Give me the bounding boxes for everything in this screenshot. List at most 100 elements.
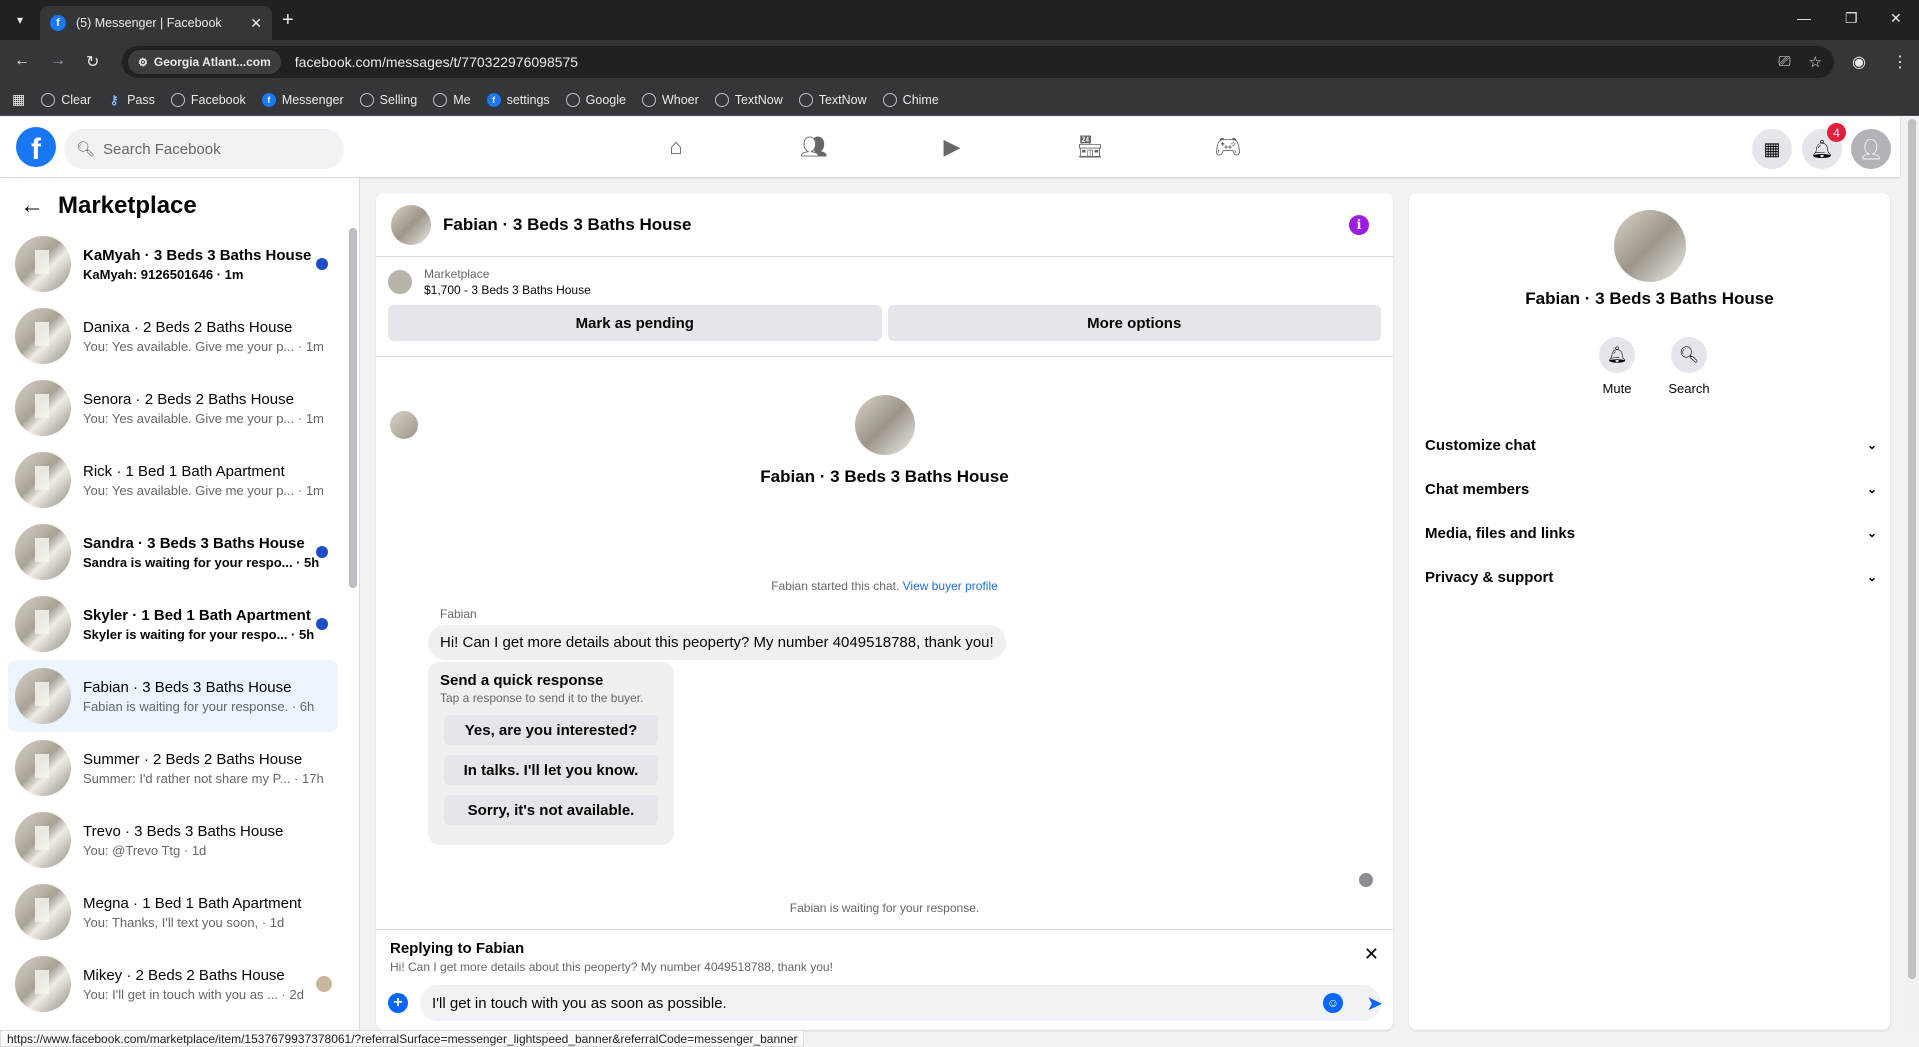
url-text: facebook.com/messages/t/770322976098575 — [294, 54, 579, 70]
bookmark-item[interactable]: f Messenger — [261, 92, 344, 107]
install-app-icon[interactable]: ⎚ — [1779, 53, 1791, 71]
listing-thumbnail[interactable] — [388, 270, 412, 294]
quick-response-button[interactable]: Sorry, it's not available. — [444, 795, 658, 825]
close-window-icon[interactable]: ✕ — [1890, 10, 1902, 27]
browser-tab[interactable]: f (5) Messenger | Facebook ✕ — [40, 6, 272, 40]
media-files-links-section[interactable]: Media, files and links ⌄ — [1425, 511, 1877, 555]
bookmark-star-icon[interactable]: ☆ — [1809, 53, 1822, 71]
search-facebook-input[interactable]: 🔍︎ Search Facebook — [64, 129, 344, 169]
conversation-preview: You: I'll get in touch with you as ... ·… — [83, 986, 304, 1002]
chat-title[interactable]: Fabian · 3 Beds 3 Baths House — [443, 215, 691, 235]
more-options-button[interactable]: More options — [887, 305, 1381, 341]
search-in-chat-button[interactable]: 🔍︎ Search — [1659, 337, 1719, 396]
bookmark-item[interactable]: TextNow — [714, 92, 783, 107]
account-avatar[interactable]: 👤︎ — [1851, 129, 1891, 169]
chat-members-section[interactable]: Chat members ⌄ — [1425, 467, 1877, 511]
conversation-name: Sandra · 3 Beds 3 Baths House — [83, 534, 305, 552]
globe-icon — [41, 92, 56, 107]
mark-as-pending-button[interactable]: Mark as pending — [388, 305, 882, 341]
chevron-down-icon: ⌄ — [1866, 482, 1877, 496]
menu-icon[interactable]: ⋮ — [1892, 52, 1908, 72]
bookmark-item[interactable]: Me — [433, 92, 471, 107]
conversation-item[interactable]: Senora · 2 Beds 2 Baths House You: Yes av… — [8, 372, 338, 444]
bookmark-item[interactable]: Google — [565, 92, 626, 107]
bookmark-item[interactable]: Whoer — [641, 92, 699, 107]
incoming-message[interactable]: Hi! Can I get more details about this pe… — [428, 625, 1006, 660]
sender-avatar[interactable] — [390, 411, 418, 439]
unread-dot — [316, 618, 328, 630]
facebook-logo[interactable]: f — [16, 127, 56, 167]
site-info-chip[interactable]: ⚙ Georgia Atlant...com — [128, 50, 281, 74]
tab-search-icon[interactable]: ▾ — [8, 8, 32, 32]
chevron-down-icon: ⌄ — [1866, 526, 1877, 540]
scrollbar-thumb[interactable] — [1908, 119, 1916, 979]
home-icon[interactable]: ⌂ — [658, 129, 694, 165]
conversation-item[interactable]: Mikey · 2 Beds 2 Baths House You: I'll ge… — [8, 948, 338, 1020]
bookmark-item[interactable]: f settings — [486, 92, 550, 107]
details-avatar[interactable] — [1614, 210, 1686, 282]
friends-icon[interactable]: 👥︎ — [796, 129, 832, 165]
bookmark-item[interactable]: Selling — [359, 92, 417, 107]
bookmark-label: Whoer — [661, 92, 699, 107]
sidebar-scrollbar[interactable] — [349, 228, 357, 588]
gaming-icon[interactable]: 🎮︎ — [1210, 129, 1246, 165]
conversation-item[interactable]: Fabian · 3 Beds 3 Baths House Fabian is w… — [8, 660, 338, 732]
section-label: Privacy & support — [1425, 568, 1554, 586]
unread-dot — [316, 258, 328, 270]
add-attachment-icon[interactable]: + — [388, 993, 408, 1013]
bookmark-item[interactable]: TextNow — [798, 92, 867, 107]
menu-grid-icon[interactable]: ▦ — [1752, 129, 1792, 169]
view-buyer-profile-link[interactable]: View buyer profile — [903, 579, 998, 593]
bookmark-item[interactable]: Facebook — [170, 92, 246, 107]
chat-avatar[interactable] — [391, 204, 431, 245]
conversation-preview: You: Yes available. Give me your p... · … — [83, 482, 324, 498]
bookmark-label: Facebook — [190, 92, 246, 107]
back-icon[interactable]: ← — [14, 52, 30, 70]
bookmark-item[interactable]: ⚷ Pass — [107, 93, 155, 107]
details-sections: Customize chat ⌄ Chat members ⌄ Media, fil… — [1425, 423, 1877, 599]
chat-details-panel: Fabian · 3 Beds 3 Baths House 🔔︎ Mute 🔍︎… — [1409, 193, 1890, 1030]
conversation-item[interactable]: KaMyah · 3 Beds 3 Baths House KaMyah: 912… — [8, 228, 338, 300]
conversation-name: Danixa · 2 Beds 2 Baths House — [83, 318, 293, 336]
apps-grid-icon[interactable]: ▦ — [12, 91, 25, 108]
address-bar[interactable]: ⚙ Georgia Atlant...com facebook.com/mess… — [122, 46, 1834, 78]
close-reply-icon[interactable]: ✕ — [1364, 944, 1379, 965]
forward-icon[interactable]: → — [50, 52, 66, 70]
conversation-item[interactable]: Summer · 2 Beds 2 Baths House Summer: I'd… — [8, 732, 338, 804]
new-tab-icon[interactable]: + — [282, 10, 294, 30]
reload-icon[interactable]: ↻ — [86, 52, 99, 72]
send-icon[interactable]: ➤ — [1366, 991, 1383, 1016]
profile-icon[interactable]: ◉ — [1852, 52, 1866, 72]
minimize-icon[interactable]: — — [1797, 10, 1811, 26]
conversation-item[interactable]: Rick · 1 Bed 1 Bath Apartment You: Yes av… — [8, 444, 338, 516]
quick-response-button[interactable]: In talks. I'll let you know. — [444, 755, 658, 785]
restore-icon[interactable]: ❐ — [1845, 10, 1858, 27]
back-arrow-icon[interactable]: ← — [20, 192, 44, 220]
marketplace-icon[interactable]: 🏪︎ — [1072, 129, 1108, 165]
marketplace-sidebar: ← Marketplace KaMyah · 3 Beds 3 Baths Ho… — [0, 178, 360, 1030]
listing-title[interactable]: $1,700 - 3 Beds 3 Baths House — [424, 283, 591, 297]
info-icon[interactable]: i — [1349, 215, 1369, 235]
conversation-item[interactable]: Trevo · 3 Beds 3 Baths House You: @Trevo … — [8, 804, 338, 876]
privacy-support-section[interactable]: Privacy & support ⌄ — [1425, 555, 1877, 599]
bookmark-label: Clear — [61, 92, 92, 107]
conversation-item[interactable]: Megna · 1 Bed 1 Bath Apartment You: Thank… — [8, 876, 338, 948]
mute-button[interactable]: 🔔︎ Mute — [1587, 337, 1647, 396]
page-scrollbar[interactable] — [1905, 117, 1919, 1030]
message-input[interactable] — [420, 985, 1381, 1021]
bookmark-item[interactable]: Chime — [882, 92, 939, 107]
emoji-icon[interactable]: ☺ — [1323, 993, 1343, 1013]
conversation-item[interactable]: Danixa · 2 Beds 2 Baths House You: Yes av… — [8, 300, 338, 372]
conversation-item[interactable]: Skyler · 1 Bed 1 Bath Apartment Skyler is… — [8, 588, 338, 660]
conversation-item[interactable]: Sandra · 3 Beds 3 Baths House Sandra is w… — [8, 516, 338, 588]
bookmark-item[interactable]: Clear — [41, 92, 92, 107]
quick-response-button[interactable]: Yes, are you interested? — [444, 715, 658, 745]
close-tab-icon[interactable]: ✕ — [250, 15, 262, 32]
quick-response-title: Send a quick response — [440, 672, 604, 689]
section-label: Media, files and links — [1425, 524, 1576, 542]
search-placeholder: Search Facebook — [103, 140, 221, 158]
video-icon[interactable]: ▶ — [934, 129, 970, 165]
bookmark-label: Chime — [902, 92, 939, 107]
customize-chat-section[interactable]: Customize chat ⌄ — [1425, 423, 1877, 467]
listing-thumbnail — [15, 380, 71, 436]
